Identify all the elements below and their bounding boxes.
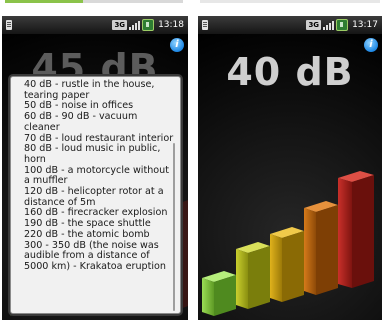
level-bar-5: [338, 171, 374, 288]
top-accent: [5, 0, 83, 3]
top-strip: [0, 0, 382, 10]
level-bars: [202, 171, 374, 316]
level-bar-1: [202, 271, 236, 316]
phone-screen-right: 3G 13:17 40 dB i: [198, 16, 382, 320]
dialog-scrollbar[interactable]: [173, 143, 175, 311]
top-divider: [83, 0, 183, 3]
dialog-text: 40 dB - rustle in the house, tearing pap…: [24, 79, 174, 272]
decibel-reference-dialog[interactable]: 40 dB - rustle in the house, tearing pap…: [10, 76, 181, 314]
level-bar-4: [304, 201, 338, 295]
info-icon[interactable]: i: [170, 38, 184, 52]
phone-screen-left: 3G 13:18 45 dB i 40 dB - rustle in the h…: [2, 16, 188, 320]
level-bar-2: [236, 242, 270, 309]
top-divider-2: [200, 0, 380, 3]
level-bar-3: [270, 227, 304, 302]
